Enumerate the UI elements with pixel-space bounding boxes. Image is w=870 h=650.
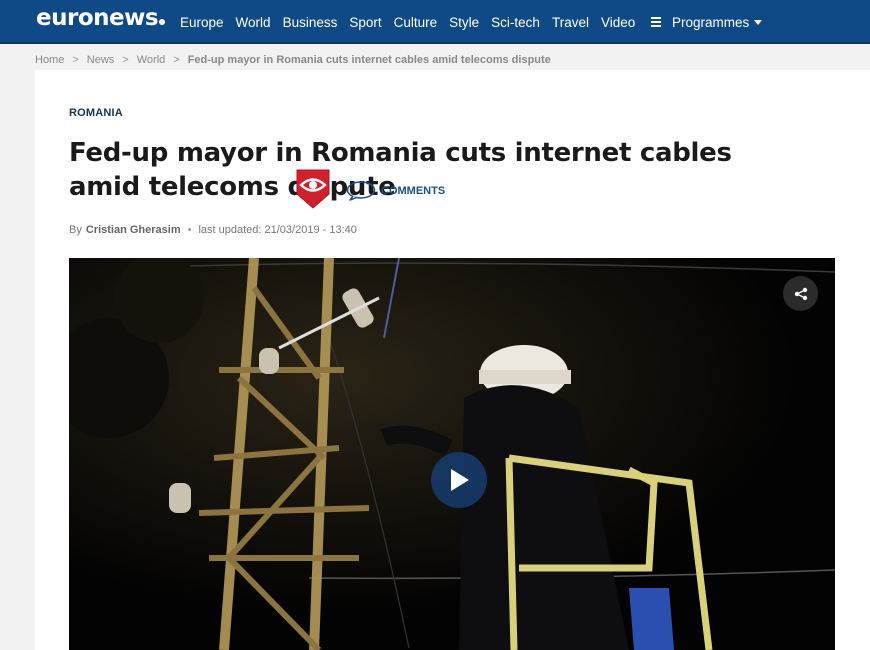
share-button[interactable]: [783, 276, 818, 311]
breadcrumb-world[interactable]: World: [137, 54, 166, 66]
last-updated: last updated: 21/03/2019 - 13:40: [198, 224, 357, 236]
article-byline: By Cristian Gherasim • last updated: 21/…: [69, 224, 357, 236]
euronews-logo[interactable]: euronews: [36, 5, 166, 31]
nav-item-travel[interactable]: Travel: [552, 15, 589, 30]
nav-item-video[interactable]: Video: [601, 15, 635, 30]
nav-item-sci-tech[interactable]: Sci-tech: [491, 15, 540, 30]
byline-prefix: By: [69, 224, 82, 236]
eye-shield-icon[interactable]: [295, 168, 331, 210]
chevron-right-icon: >: [122, 54, 129, 66]
breadcrumb-home[interactable]: Home: [35, 54, 64, 66]
nav-item-sport[interactable]: Sport: [349, 15, 381, 30]
top-navigation-bar: euronews Europe World Business Sport Cul…: [0, 0, 870, 44]
menu-list-icon: [651, 15, 661, 29]
nav-item-world[interactable]: World: [236, 15, 271, 30]
logo-dot: [159, 19, 166, 25]
article-kicker[interactable]: ROMANIA: [69, 107, 123, 119]
nav-item-culture[interactable]: Culture: [394, 15, 438, 30]
chevron-right-icon: >: [72, 54, 79, 66]
programmes-menu-button[interactable]: Programmes: [651, 0, 763, 44]
caret-down-icon: [754, 19, 763, 25]
chevron-right-icon: >: [173, 54, 180, 66]
breadcrumb-current: Fed-up mayor in Romania cuts internet ca…: [187, 54, 551, 66]
play-icon: [451, 469, 469, 491]
comments-label: COMMENTS: [381, 185, 446, 197]
logo-text: euronews: [36, 5, 159, 31]
breadcrumb: Home > News > World > Fed-up mayor in Ro…: [35, 52, 551, 68]
play-button[interactable]: [431, 452, 487, 508]
nav-item-business[interactable]: Business: [283, 15, 338, 30]
main-nav: Europe World Business Sport Culture Styl…: [180, 0, 647, 44]
nav-item-europe[interactable]: Europe: [180, 15, 224, 30]
speech-bubble-icon: [346, 181, 376, 201]
article-card: ROMANIA Fed-up mayor in Romania cuts int…: [35, 70, 870, 650]
video-player[interactable]: [69, 258, 835, 650]
author-name[interactable]: Cristian Gherasim: [86, 224, 181, 236]
nav-item-style[interactable]: Style: [449, 15, 479, 30]
breadcrumb-news[interactable]: News: [87, 54, 115, 66]
comments-link[interactable]: COMMENTS: [346, 181, 445, 201]
share-icon: [794, 287, 807, 300]
bullet-separator: •: [187, 224, 192, 236]
programmes-label: Programmes: [672, 14, 750, 30]
